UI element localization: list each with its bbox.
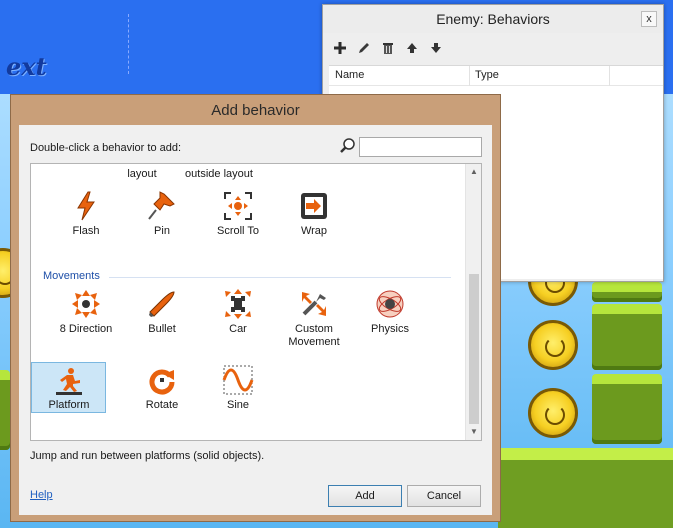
custom-movement-icon <box>298 288 330 320</box>
coin-sprite <box>528 388 578 438</box>
behavior-item-wrap[interactable]: Wrap <box>279 190 349 252</box>
behavior-item-sine[interactable]: Sine <box>203 364 273 426</box>
rotate-icon <box>146 364 178 396</box>
behavior-item-pin[interactable]: Pin <box>127 190 197 252</box>
column-header-type[interactable]: Type <box>475 69 499 81</box>
scroll-up-arrow[interactable]: ▲ <box>466 164 481 180</box>
column-divider[interactable] <box>469 66 470 86</box>
behavior-label: 8 Direction <box>59 323 113 335</box>
scroll-thumb[interactable] <box>469 274 479 424</box>
behavior-label: Physics <box>371 323 409 335</box>
pin-icon <box>146 190 178 222</box>
slime-block <box>592 374 662 444</box>
column-header-name[interactable]: Name <box>335 69 364 81</box>
slime-block <box>0 370 10 450</box>
platform-icon <box>53 366 85 398</box>
sine-icon <box>222 364 254 396</box>
behaviors-panel-title: Enemy: Behaviors <box>436 11 550 27</box>
behavior-list[interactable]: layout outside layout Flash Pin Scroll T… <box>30 163 482 441</box>
car-icon <box>222 288 254 320</box>
bullet-icon <box>146 288 178 320</box>
behavior-label: Scroll To <box>217 225 259 237</box>
partial-item-label: outside layout <box>185 168 253 180</box>
dialog-title: Add behavior <box>211 102 300 119</box>
search-input[interactable] <box>359 137 482 157</box>
behavior-label: Bullet <box>148 323 176 335</box>
search-icon <box>339 137 357 155</box>
partial-item-label: layout <box>127 168 157 180</box>
column-divider[interactable] <box>609 66 610 86</box>
section-header-movements: Movements <box>43 270 100 282</box>
behavior-label: Wrap <box>300 225 328 237</box>
scroll-to-icon <box>222 190 254 222</box>
close-button[interactable]: x <box>641 11 657 27</box>
list-scrollbar[interactable]: ▲ ▼ <box>465 164 481 440</box>
slime-block <box>592 282 662 302</box>
behaviors-panel-titlebar[interactable]: Enemy: Behaviors x <box>323 5 663 33</box>
ground-platform <box>498 448 673 528</box>
behavior-item-car[interactable]: Car <box>203 288 273 350</box>
behavior-item-bullet[interactable]: Bullet <box>127 288 197 350</box>
behavior-item-platform[interactable]: Platform <box>31 362 106 413</box>
behavior-item-rotate[interactable]: Rotate <box>127 364 197 426</box>
instruction-text: Double-click a behavior to add: <box>30 142 182 154</box>
add-button[interactable]: Add <box>328 485 402 507</box>
layout-guide-line <box>128 14 129 74</box>
behavior-label: Rotate <box>145 399 179 411</box>
behavior-label: Car <box>229 323 247 335</box>
eight-direction-icon <box>70 288 102 320</box>
behavior-description: Jump and run between platforms (solid ob… <box>30 450 265 462</box>
slime-block <box>592 304 662 370</box>
behavior-label: Flash <box>72 225 100 237</box>
add-icon[interactable] <box>331 39 349 57</box>
scene-title-text: ext <box>6 52 47 81</box>
behavior-item-physics[interactable]: Physics <box>355 288 425 350</box>
edit-icon[interactable] <box>355 39 373 57</box>
behavior-label: Sine <box>226 399 250 411</box>
delete-icon[interactable] <box>379 39 397 57</box>
behavior-item-flash[interactable]: Flash <box>51 190 121 252</box>
cancel-button[interactable]: Cancel <box>407 485 481 507</box>
behavior-item-custom-movement[interactable]: Custom Movement <box>279 288 349 350</box>
behaviors-list-header: Name Type <box>329 66 663 86</box>
wrap-icon <box>298 190 330 222</box>
move-up-icon[interactable] <box>403 39 421 57</box>
help-link[interactable]: Help <box>30 489 53 501</box>
section-divider <box>109 277 451 278</box>
behavior-label: Pin <box>154 225 170 237</box>
coin-sprite <box>528 320 578 370</box>
dialog-body: Double-click a behavior to add: layout o… <box>19 125 492 515</box>
scroll-down-arrow[interactable]: ▼ <box>466 424 481 440</box>
behavior-item-scroll-to[interactable]: Scroll To <box>203 190 273 252</box>
flash-icon <box>70 190 102 222</box>
behavior-label: Platform <box>48 399 90 411</box>
add-behavior-dialog: Add behavior Double-click a behavior to … <box>10 94 501 522</box>
move-down-icon[interactable] <box>427 39 445 57</box>
behavior-label: Custom Movement <box>288 323 340 348</box>
behaviors-toolbar <box>331 39 445 61</box>
behavior-item-8-direction[interactable]: 8 Direction <box>51 288 121 350</box>
physics-icon <box>374 288 406 320</box>
